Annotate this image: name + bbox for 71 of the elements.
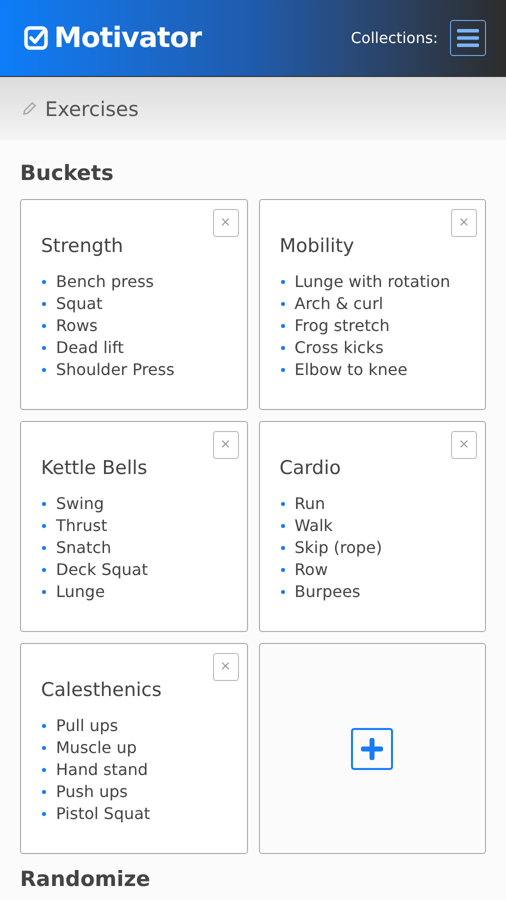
bullet-icon — [280, 302, 284, 306]
menu-button[interactable] — [450, 20, 486, 56]
add-button[interactable] — [351, 728, 394, 770]
bullet-icon — [42, 280, 46, 284]
section-heading: Randomize — [20, 866, 152, 892]
exercise-item: Dead lift — [56, 337, 124, 359]
bullet-icon — [280, 524, 284, 528]
exercise-item: Shoulder Press — [56, 359, 174, 381]
bullet-icon — [42, 346, 46, 350]
bullet-icon — [42, 368, 46, 372]
bullet-icon — [280, 568, 284, 572]
exercise-item: Elbow to knee — [294, 359, 408, 381]
bucket-title: Kettle Bells — [41, 456, 148, 480]
exercise-item: Row — [294, 559, 328, 581]
bullet-icon — [42, 524, 46, 528]
bullet-icon — [42, 302, 46, 306]
exercise-item: Hand stand — [56, 759, 148, 781]
exercise-item: Lunge with rotation — [294, 271, 450, 293]
bullet-icon — [280, 546, 284, 550]
close-button[interactable]: × — [212, 653, 238, 681]
pencil-icon — [22, 101, 37, 116]
exercise-item: Frog stretch — [294, 315, 390, 337]
exercise-item: Run — [294, 493, 326, 515]
bucket-title: Calesthenics — [41, 678, 163, 702]
bullet-icon — [280, 368, 284, 372]
bullet-icon — [280, 346, 284, 350]
close-button[interactable]: × — [451, 209, 477, 237]
bullet-icon — [42, 724, 46, 728]
exercise-item: Burpees — [294, 581, 360, 603]
page-title: Exercises — [45, 96, 139, 122]
exercise-item: Walk — [294, 515, 333, 537]
exercise-item: Pistol Squat — [56, 803, 150, 825]
app-logo[interactable]: Motivator — [54, 17, 202, 59]
bullet-icon — [280, 324, 284, 328]
exercise-item: Cross kicks — [294, 337, 384, 359]
exercise-item: Deck Squat — [56, 559, 148, 581]
close-button[interactable]: × — [212, 431, 238, 459]
bullet-icon — [42, 502, 46, 506]
bullet-icon — [42, 812, 46, 816]
plus-icon — [361, 738, 384, 760]
checkbox-icon — [24, 26, 48, 50]
exercise-item: Rows — [56, 315, 98, 337]
bullet-icon — [42, 568, 46, 572]
exercise-item: Lunge — [56, 581, 105, 603]
bucket-title: Cardio — [280, 456, 342, 480]
bullet-icon — [42, 746, 46, 750]
bullet-icon — [280, 590, 284, 594]
exercise-item: Pull ups — [56, 715, 118, 737]
bullet-icon — [42, 546, 46, 550]
close-button[interactable]: × — [212, 209, 238, 237]
exercise-item: Muscle up — [56, 737, 137, 759]
bullet-icon — [42, 324, 46, 328]
bullet-icon — [280, 280, 284, 284]
exercise-item: Arch & curl — [294, 293, 384, 315]
close-button[interactable]: × — [451, 431, 477, 459]
bullet-icon — [280, 502, 284, 506]
bullet-icon — [42, 768, 46, 772]
exercise-item: Thrust — [56, 515, 108, 537]
exercise-item: Skip (rope) — [294, 537, 382, 559]
exercise-item: Snatch — [56, 537, 112, 559]
exercise-item: Squat — [56, 293, 103, 315]
bucket-title: Strength — [41, 234, 124, 258]
collections-label: Collections: — [350, 28, 438, 49]
menu-icon — [457, 28, 479, 48]
exercise-item: Push ups — [56, 781, 128, 803]
exercise-item: Swing — [56, 493, 104, 515]
bucket-title: Mobility — [280, 234, 356, 258]
bullet-icon — [42, 590, 46, 594]
bullet-icon — [42, 790, 46, 794]
section-heading: Buckets — [20, 160, 115, 186]
exercise-item: Bench press — [56, 271, 154, 293]
